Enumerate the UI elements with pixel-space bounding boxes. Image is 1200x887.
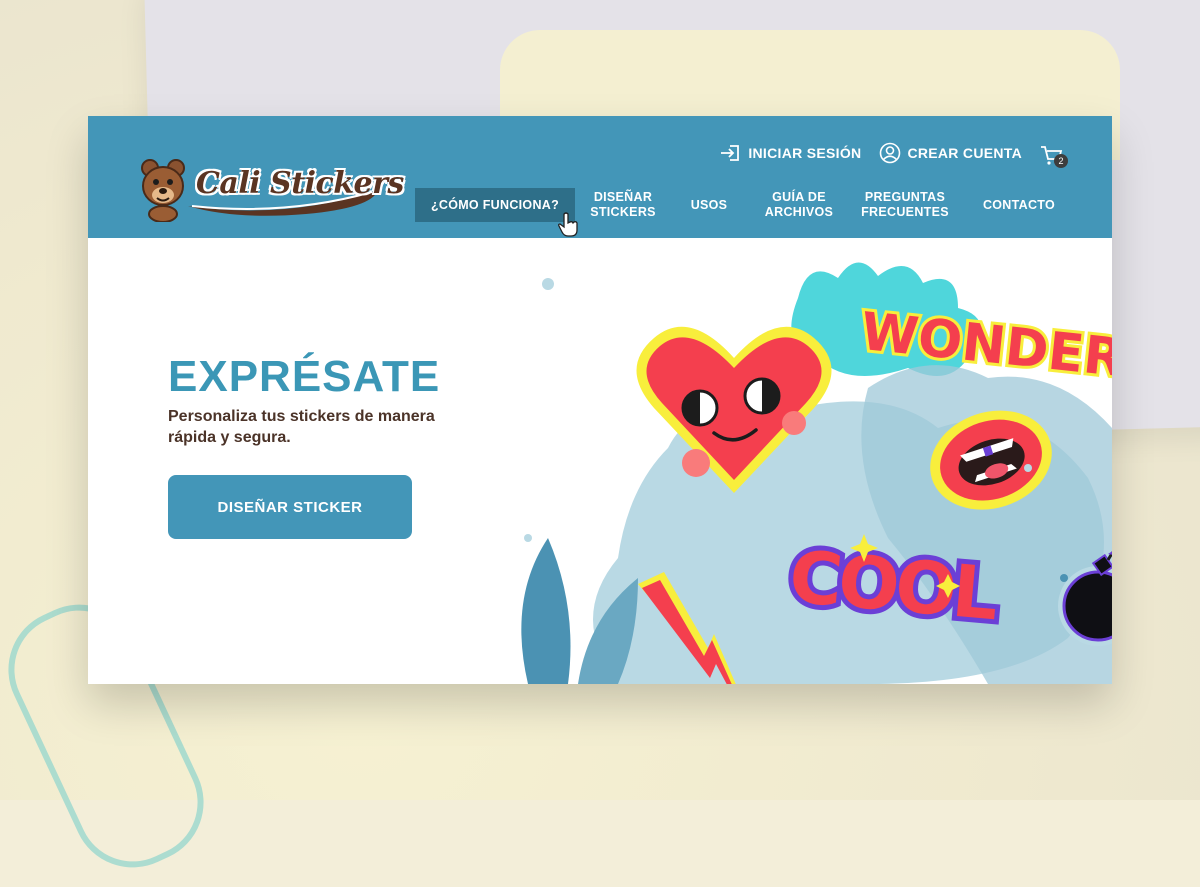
signup-link[interactable]: CREAR CUENTA bbox=[879, 142, 1022, 164]
cool-sticker: COOL bbox=[781, 529, 1005, 641]
design-sticker-button[interactable]: DISEÑAR STICKER bbox=[168, 475, 412, 539]
nav-item-guia-archivos[interactable]: GUÍA DE ARCHIVOS bbox=[751, 188, 847, 222]
hero-subtitle: Personaliza tus stickers de manera rápid… bbox=[168, 408, 435, 446]
cool-text: COOL bbox=[786, 534, 1000, 636]
signup-label: CREAR CUENTA bbox=[907, 145, 1022, 161]
logo[interactable]: Cali Stickers bbox=[136, 156, 404, 222]
cart-button[interactable]: 2 bbox=[1040, 144, 1070, 170]
nav-item-usos[interactable]: USOS bbox=[677, 188, 741, 222]
stickers-illustration: WONDERFUL COOL bbox=[521, 262, 1112, 684]
user-circle-icon bbox=[880, 142, 901, 164]
logo-text: Cali Stickers bbox=[196, 166, 404, 201]
nav-item-disenar-stickers[interactable]: DISEÑAR STICKERS bbox=[581, 188, 665, 222]
nav-item-preguntas-frecuentes[interactable]: PREGUNTAS FRECUENTES bbox=[855, 188, 955, 222]
website-window: Cali Stickers INICIAR SESIÓN CREAR CUENT… bbox=[88, 116, 1112, 684]
login-arrow-icon bbox=[721, 145, 740, 161]
hero-title: EXPRÉSATE bbox=[168, 352, 441, 401]
login-label: INICIAR SESIÓN bbox=[748, 145, 862, 161]
leaf-decoration bbox=[521, 538, 571, 684]
nav-item-contacto[interactable]: CONTACTO bbox=[969, 188, 1069, 222]
nav-item-como-funciona[interactable]: ¿CÓMO FUNCIONA? bbox=[415, 188, 575, 222]
cart-count-badge: 2 bbox=[1054, 154, 1068, 168]
login-link[interactable]: INICIAR SESIÓN bbox=[720, 143, 861, 163]
site-header: Cali Stickers INICIAR SESIÓN CREAR CUENT… bbox=[88, 116, 1112, 238]
hand-pointer-icon bbox=[558, 212, 578, 237]
account-links: INICIAR SESIÓN CREAR CUENTA bbox=[720, 142, 1022, 164]
